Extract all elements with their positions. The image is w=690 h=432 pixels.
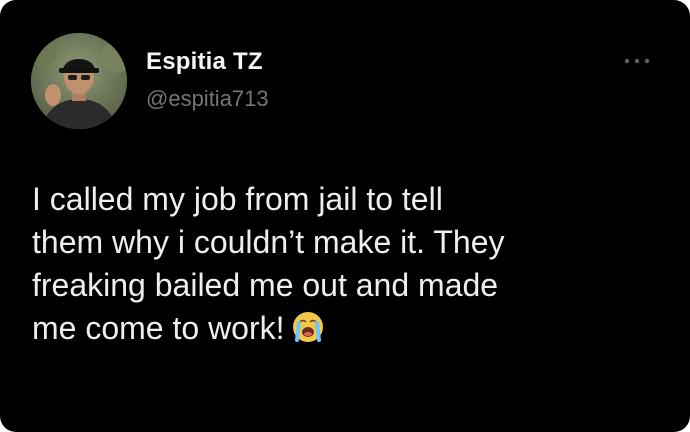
author-display-name[interactable]: Espitia TZ (146, 48, 263, 76)
more-options-icon (624, 58, 650, 64)
tweet-text-line: I called my job from jail to tell (32, 181, 443, 217)
tweet-text: I called my job from jail to tell them w… (32, 178, 672, 350)
tweet-text-line-last: me come to work! (32, 307, 672, 350)
loudly-crying-face-icon (291, 310, 325, 344)
author-handle[interactable]: @espitia713 (146, 86, 269, 112)
more-options-button[interactable] (620, 52, 654, 70)
tweet-text-line: them why i couldn’t make it. They (32, 224, 505, 260)
avatar[interactable] (31, 33, 127, 129)
tweet-text-line-text: me come to work! (32, 310, 285, 346)
tweet-text-line: freaking bailed me out and made (32, 267, 499, 303)
user-avatar-icon (31, 33, 127, 129)
tweet-card: Espitia TZ @espitia713 I called my job f… (0, 0, 690, 432)
